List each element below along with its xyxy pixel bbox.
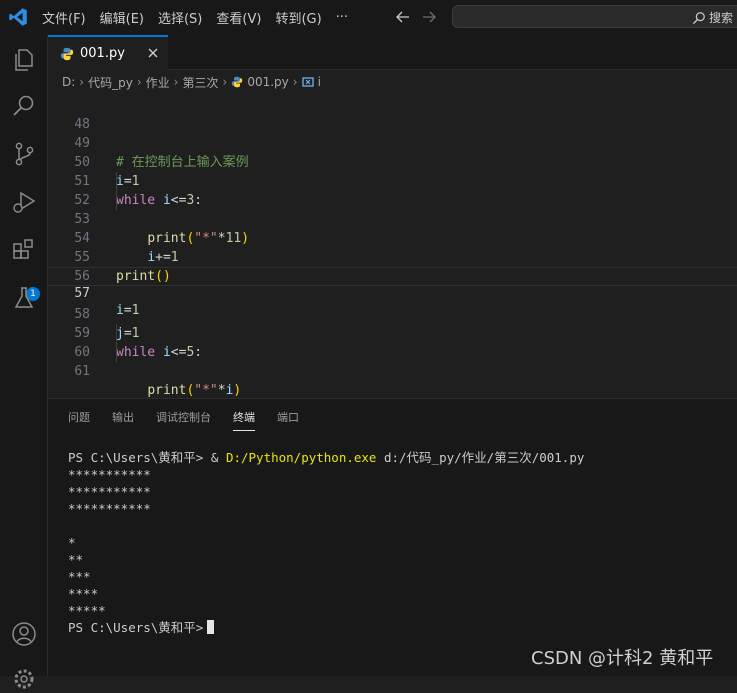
menu-file[interactable]: 文件(F): [42, 8, 86, 27]
menu-more[interactable]: ···: [336, 10, 348, 25]
terminal-amp: &: [210, 450, 219, 465]
breadcrumb-folder-homework[interactable]: 作业: [146, 74, 170, 91]
search-view-icon[interactable]: [10, 92, 38, 120]
chevron-right-icon: ›: [292, 75, 298, 89]
terminal-output[interactable]: PS C:\Users\黄和平> & D:/Python/python.exe …: [68, 449, 584, 636]
code-line: 51 while i<=3:: [48, 153, 737, 208]
editor-tab-bar: 001.py: [48, 35, 737, 70]
back-arrow-icon[interactable]: [395, 9, 411, 25]
manage-gear-icon[interactable]: [10, 665, 38, 693]
code-line: 53 i+=1: [48, 191, 737, 265]
terminal-final-line: PS C:\Users\黄和平>: [68, 619, 584, 636]
close-icon[interactable]: [146, 46, 160, 60]
terminal-output-line: ***********: [68, 501, 151, 516]
forward-arrow-icon[interactable]: [421, 9, 437, 25]
source-control-icon[interactable]: [10, 140, 38, 168]
code-line: 52 print("*"*11): [48, 172, 737, 246]
terminal-prompt: PS C:\Users\黄和平>: [68, 450, 204, 465]
indent-guide: [116, 191, 117, 210]
code-line: 60 print("*"*i): [48, 324, 737, 398]
code-line: 48: [48, 96, 737, 132]
search-label: 搜索: [709, 11, 734, 25]
python-file-icon: [232, 76, 243, 88]
explorer-files-icon[interactable]: [10, 45, 38, 73]
chevron-right-icon: ›: [79, 75, 85, 89]
vscode-logo-icon[interactable]: [8, 7, 28, 27]
tab-terminal[interactable]: 终端: [233, 409, 255, 431]
terminal-output-line: *****: [68, 603, 106, 618]
terminal-output-line: ***********: [68, 467, 151, 482]
terminal-output-line: ***********: [68, 484, 151, 499]
tab-ports[interactable]: 端口: [277, 409, 299, 431]
indent-guide: [116, 172, 117, 191]
menu-view[interactable]: 查看(V): [216, 8, 261, 27]
menu-go[interactable]: 转到(G): [275, 8, 321, 27]
indent-guide: [116, 343, 117, 362]
panel-tabs: 问题 输出 调试控制台 终端 端口: [68, 409, 321, 431]
testing-flask-icon[interactable]: [10, 284, 38, 312]
indent-guide: [116, 324, 117, 343]
code-editor[interactable]: 48 49 # 在控制台上输入案例 50 i=1 51 while i<=3: …: [48, 96, 737, 417]
account-icon[interactable]: [10, 620, 38, 648]
terminal-arg: d:/代码_py/作业/第三次/001.py: [383, 450, 585, 465]
chevron-right-icon: ›: [173, 75, 179, 89]
terminal-prompt: PS C:\Users\黄和平>: [68, 620, 204, 635]
breadcrumb-folder-third[interactable]: 第三次: [182, 74, 218, 91]
search-icon: [692, 11, 705, 24]
python-file-icon: [60, 47, 74, 60]
code-line: 50 i=1: [48, 134, 737, 189]
activity-bar: 1: [0, 35, 48, 689]
code-line: 59 while i<=5:: [48, 305, 737, 360]
breadcrumb-file[interactable]: 001.py: [247, 75, 288, 89]
code-line: 55 print(): [48, 229, 737, 284]
terminal-output-line: ****: [68, 586, 99, 601]
code-line: 54: [48, 210, 737, 246]
bottom-panel: 问题 输出 调试控制台 终端 端口 PS C:\Users\黄和平> & D:/…: [48, 398, 737, 676]
watermark: CSDN @计科2 黄和平: [531, 648, 714, 669]
line-number: 61: [74, 364, 90, 379]
tab-output[interactable]: 输出: [112, 409, 134, 431]
breadcrumb-folder-code[interactable]: 代码_py: [88, 74, 133, 91]
breadcrumb-symbol[interactable]: i: [318, 75, 321, 89]
menu-edit[interactable]: 编辑(E): [100, 8, 144, 27]
code-line: 49 # 在控制台上输入案例: [48, 115, 737, 170]
terminal-output-line: ***: [68, 569, 91, 584]
terminal-exe: D:/Python/python.exe: [225, 450, 377, 465]
tab-problems[interactable]: 问题: [68, 409, 90, 431]
current-code-line: 57 i=1: [48, 267, 737, 318]
terminal-output-line: **: [68, 552, 84, 567]
tab-label: 001.py: [80, 46, 125, 61]
tab-debug-console[interactable]: 调试控制台: [156, 409, 211, 431]
terminal-cursor: [207, 620, 215, 634]
extensions-icon[interactable]: [10, 236, 38, 264]
menu-selection[interactable]: 选择(S): [158, 8, 202, 27]
chevron-right-icon: ›: [222, 75, 228, 89]
breadcrumb: D: › 代码_py › 作业 › 第三次 › 001.py › i: [62, 72, 321, 92]
tab-001-py[interactable]: 001.py: [48, 35, 168, 70]
chevron-right-icon: ›: [136, 75, 142, 89]
title-bar: 文件(F) 编辑(E) 选择(S) 查看(V) 转到(G) ··· 搜索: [0, 0, 737, 35]
run-and-debug-icon[interactable]: [10, 188, 38, 216]
code-line: 56: [48, 248, 737, 284]
terminal-command-line: PS C:\Users\黄和平> & D:/Python/python.exe …: [68, 449, 584, 466]
code-line: 61 i+=1: [48, 343, 737, 417]
code-line: 58 j=1: [48, 286, 737, 341]
menu-bar: 文件(F) 编辑(E) 选择(S) 查看(V) 转到(G) ···: [42, 0, 362, 35]
terminal-output-line: *: [68, 535, 76, 550]
breadcrumb-drive[interactable]: D:: [62, 75, 75, 89]
variable-symbol-icon: [301, 77, 314, 87]
